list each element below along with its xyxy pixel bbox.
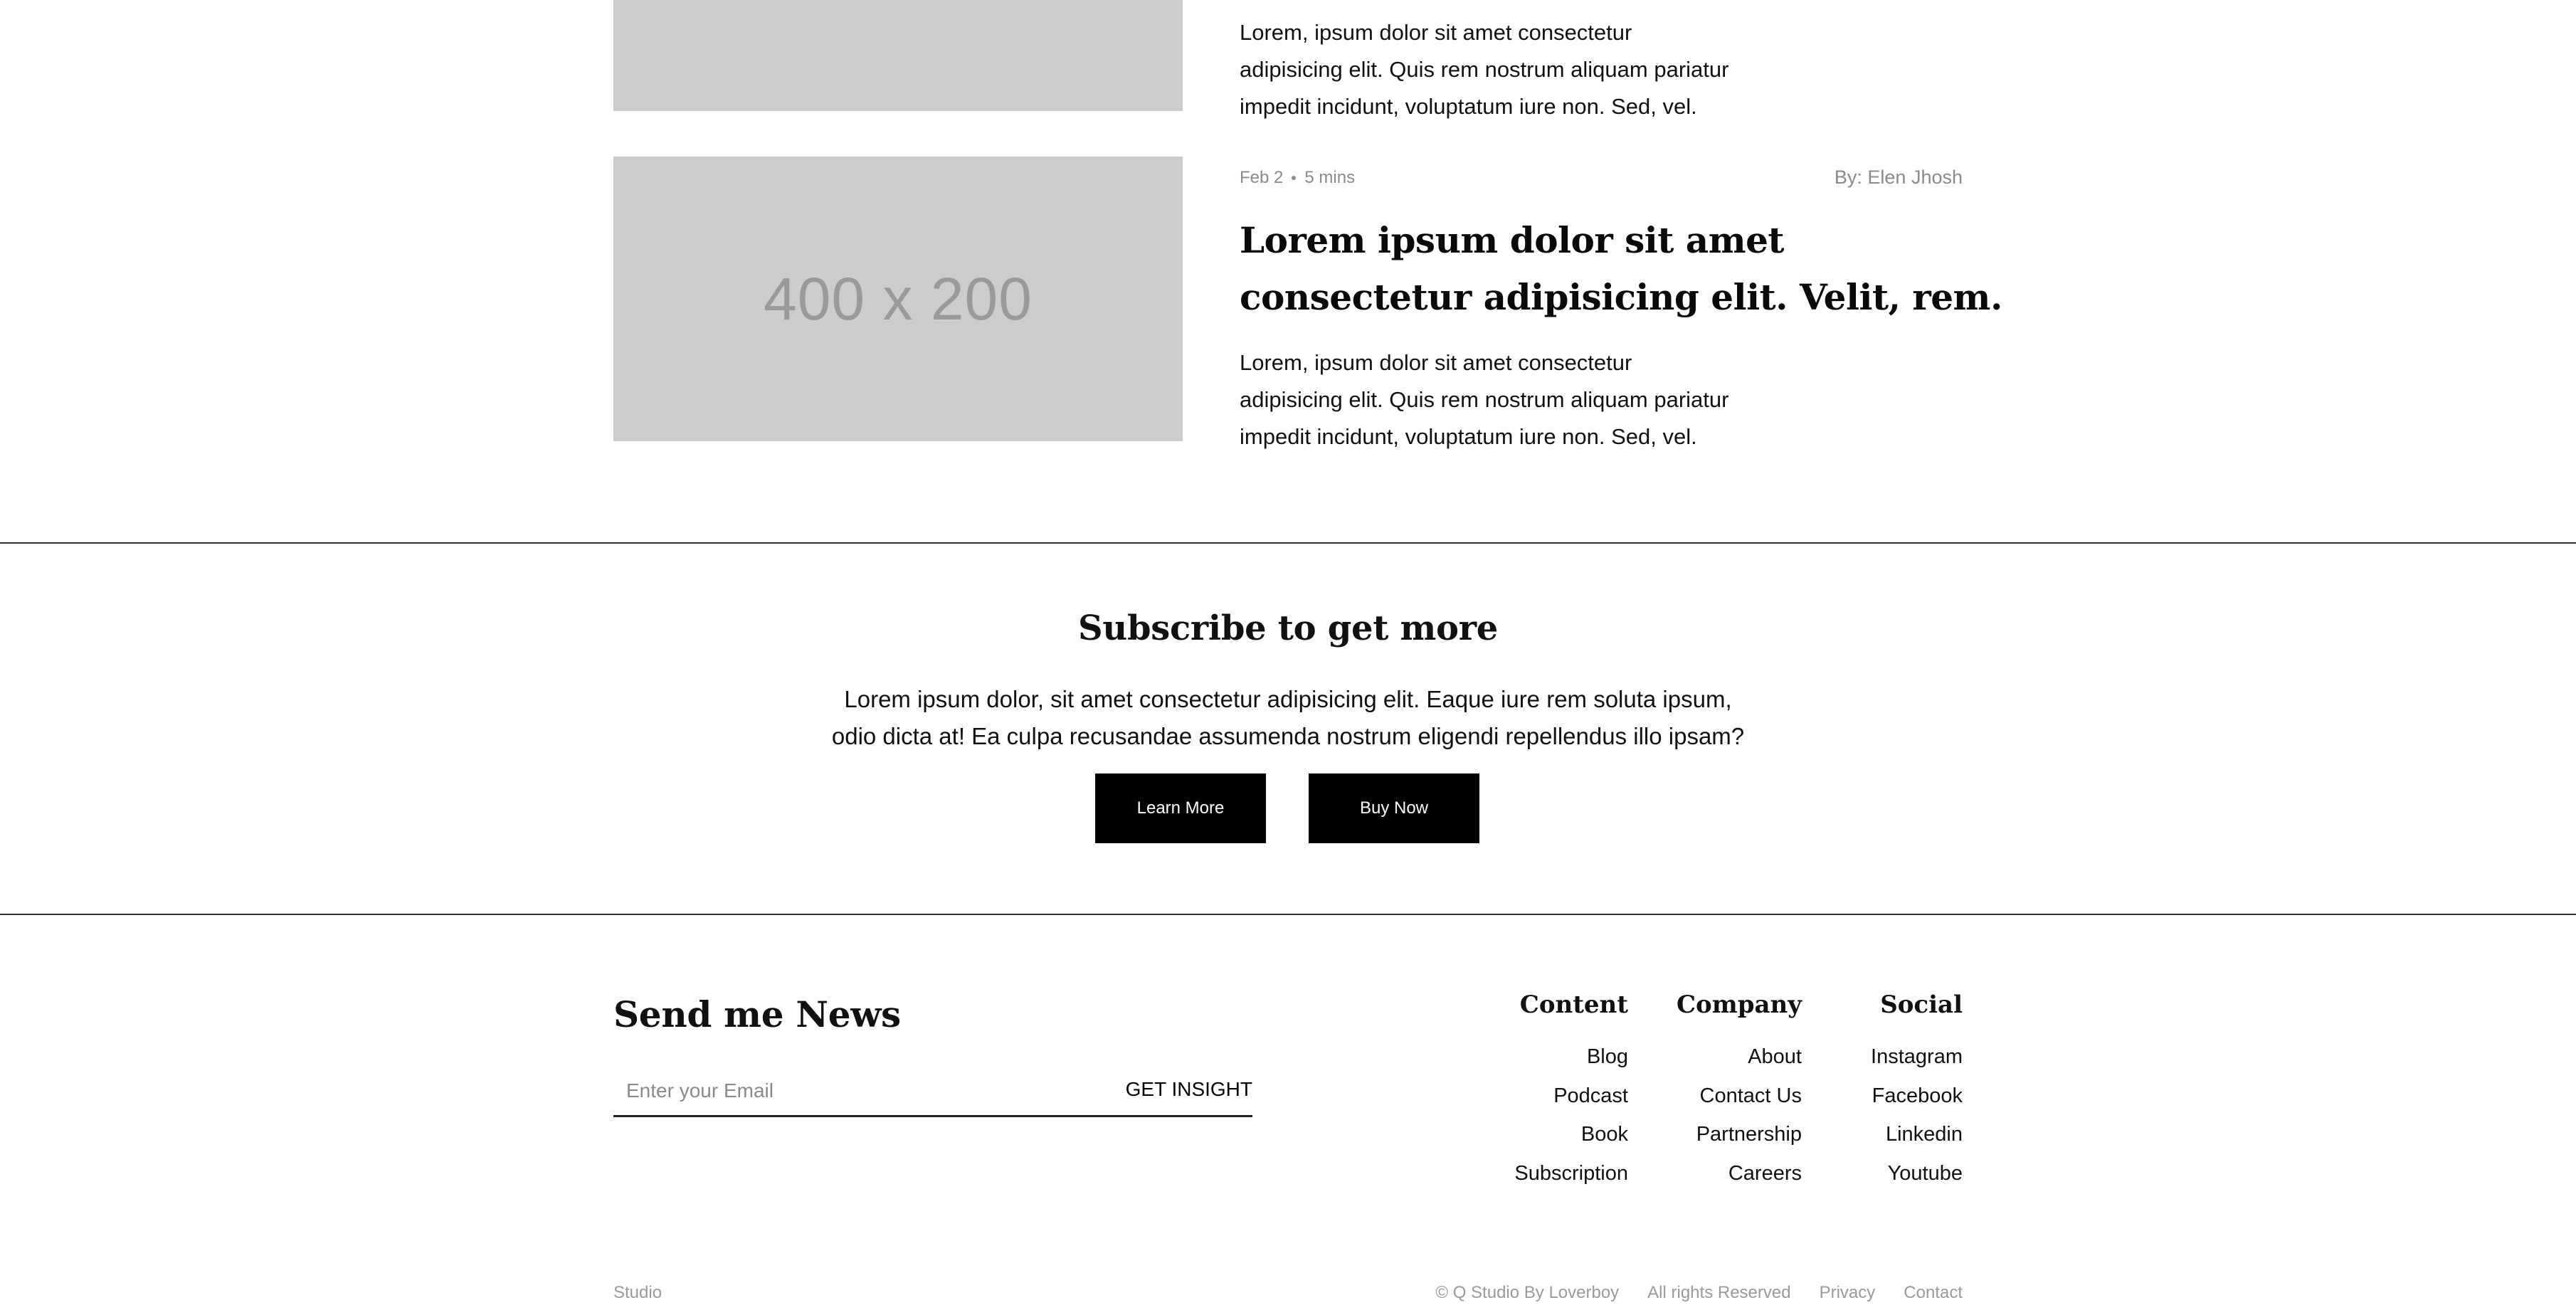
excerpt-line: Lorem, ipsum dolor sit amet consectetur xyxy=(1240,350,1632,375)
contact-link[interactable]: Contact xyxy=(1904,1283,1963,1303)
footer-link-blog[interactable]: Blog xyxy=(1514,1037,1628,1077)
privacy-link[interactable]: Privacy xyxy=(1820,1283,1876,1303)
get-insight-button[interactable]: GET INSIGHT xyxy=(1126,1078,1252,1101)
footer-column-heading: Content xyxy=(1519,991,1628,1019)
footer-link-book[interactable]: Book xyxy=(1514,1115,1628,1154)
subscribe-text: Lorem ipsum dolor, sit amet consectetur … xyxy=(783,681,1793,755)
excerpt-line: impedit incidunt, voluptatum iure non. S… xyxy=(1240,424,1697,449)
newsletter-form: GET INSIGHT xyxy=(613,1069,1252,1117)
post-title-line: Lorem ipsum dolor sit amet xyxy=(1240,219,1785,261)
section-divider-bottom xyxy=(0,914,2576,915)
post-excerpt-1: Lorem, ipsum dolor sit amet consectetur … xyxy=(1240,14,1728,125)
copyright-text: © Q Studio By Loverboy xyxy=(1435,1283,1620,1302)
excerpt-line: Lorem, ipsum dolor sit amet consectetur xyxy=(1240,20,1632,45)
footer-legal: © Q Studio By Loverboy All rights Reserv… xyxy=(1435,1283,1963,1303)
section-divider-top xyxy=(0,542,2576,544)
post-read-time: 5 mins xyxy=(1304,168,1356,187)
buy-now-button[interactable]: Buy Now xyxy=(1309,773,1479,843)
post-author: By: Elen Jhosh xyxy=(1834,167,1963,188)
footer-link-instagram[interactable]: Instagram xyxy=(1871,1037,1963,1077)
post-thumbnail-label: 400 x 200 xyxy=(764,265,1033,332)
footer-link-linkedin[interactable]: Linkedin xyxy=(1871,1115,1963,1154)
post-excerpt-2: Lorem, ipsum dolor sit amet consectetur … xyxy=(1240,344,1728,455)
post-meta: Feb 2 5 mins xyxy=(1240,168,1355,188)
learn-more-button[interactable]: Learn More xyxy=(1095,773,1266,843)
post-title[interactable]: Lorem ipsum dolor sit amet consectetur a… xyxy=(1240,212,2002,326)
subscribe-title: Subscribe to get more xyxy=(1078,608,1498,648)
subscribe-text-line: odio dicta at! Ea culpa recusandae assum… xyxy=(831,723,1745,749)
excerpt-line: adipisicing elit. Quis rem nostrum aliqu… xyxy=(1240,387,1729,412)
rights-text: All rights Reserved xyxy=(1647,1283,1791,1302)
newsletter-title: Send me News xyxy=(613,993,901,1035)
footer-link-careers[interactable]: Careers xyxy=(1677,1154,1802,1193)
footer-brand: Studio xyxy=(613,1283,663,1302)
footer-link-podcast[interactable]: Podcast xyxy=(1514,1077,1628,1116)
footer-link-youtube[interactable]: Youtube xyxy=(1871,1154,1963,1193)
footer-link-about[interactable]: About xyxy=(1677,1037,1802,1077)
subscribe-text-line: Lorem ipsum dolor, sit amet consectetur … xyxy=(844,686,1732,712)
footer-column-heading: Social xyxy=(1880,991,1963,1019)
post-thumbnail-2[interactable]: 400 x 200 xyxy=(613,157,1183,441)
footer-column-heading: Company xyxy=(1677,991,1802,1019)
post-thumbnail-1[interactable] xyxy=(613,0,1183,111)
footer-column-social: Social Instagram Facebook Linkedin Youtu… xyxy=(1871,991,1963,1193)
footer-link-subscription[interactable]: Subscription xyxy=(1514,1154,1628,1193)
excerpt-line: impedit incidunt, voluptatum iure non. S… xyxy=(1240,94,1697,119)
post-title-line: consectetur adipisicing elit. Velit, rem… xyxy=(1240,276,2002,318)
footer-link-facebook[interactable]: Facebook xyxy=(1871,1077,1963,1116)
footer-link-partnership[interactable]: Partnership xyxy=(1677,1115,1802,1154)
email-input[interactable] xyxy=(626,1072,1089,1110)
excerpt-line: adipisicing elit. Quis rem nostrum aliqu… xyxy=(1240,57,1729,82)
footer-column-content: Content Blog Podcast Book Subscription xyxy=(1514,991,1628,1193)
footer-column-company: Company About Contact Us Partnership Car… xyxy=(1677,991,1802,1193)
post-date: Feb 2 xyxy=(1240,168,1284,187)
separator-dot-icon xyxy=(1292,176,1297,180)
footer-link-contact-us[interactable]: Contact Us xyxy=(1677,1077,1802,1116)
